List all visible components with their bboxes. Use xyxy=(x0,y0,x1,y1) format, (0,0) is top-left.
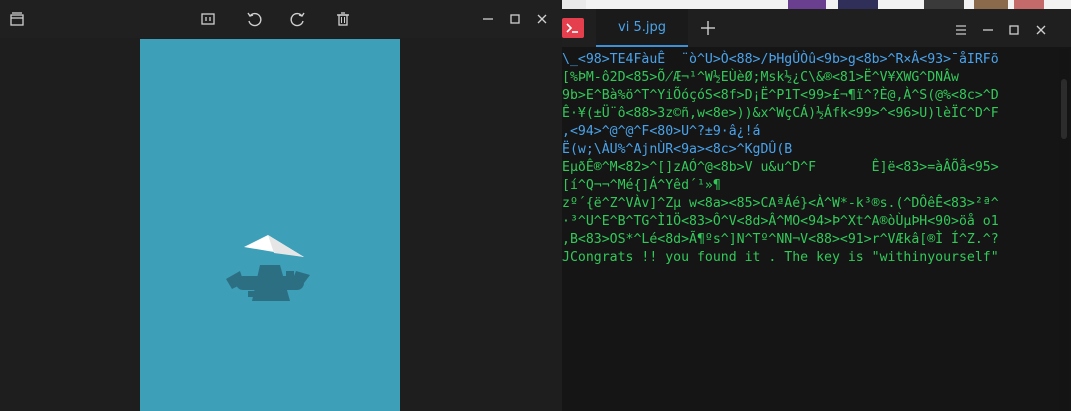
terminal-line: 9b>E^Bà%ö^T^YiÕóçóS<8f>D¡Ë^P1T<99>£¬¶ï^?… xyxy=(562,88,999,103)
desktop-thumbnail xyxy=(562,0,586,9)
paper-plane xyxy=(244,235,304,257)
gallery-icon[interactable] xyxy=(7,9,27,29)
plane-shadow xyxy=(226,265,310,301)
terminal-line: [%ÞM-ô2D<85>Õ̸Æ¬¹^W½EÙèØ;Msk½¿C\&®<81>Ë^… xyxy=(562,70,959,85)
tab-title: vi 5.jpg xyxy=(618,20,666,35)
terminal-line: Ê·¥(±Ü¨ô<88>3z©ñ,w<8e>))&x^WçCÁ)½Áfk<99>… xyxy=(562,106,999,121)
plus-icon[interactable] xyxy=(698,18,718,38)
terminal-line: ,<94>^@^@^F<80>U^?±9·â¿!á xyxy=(562,124,761,139)
minimize-icon[interactable] xyxy=(981,22,995,36)
image-viewer-toolbar xyxy=(0,0,562,38)
tab-vi-5-jpg[interactable]: vi 5.jpg xyxy=(596,9,688,47)
close-icon[interactable] xyxy=(532,9,552,29)
desktop-thumbnail xyxy=(788,0,826,9)
terminal-flag-line: JCongrats !! you found it . The key is "… xyxy=(562,250,999,265)
terminal-line: zº´{ë^Z^VÀv]^Zµ w<8a><85>CAªÁé}<À^W*-k³®… xyxy=(562,196,999,211)
close-icon[interactable] xyxy=(1034,22,1048,36)
terminal-line: Ë(w;\ÀU%^AjnÙR<9a><8c>^KgDÛ(B xyxy=(562,142,793,157)
desktop-background-strip xyxy=(562,0,1071,9)
terminal-window: vi 5.jpg \_<98>TE4FàuÊ ¨ò^U>Ò<88>/ÞHgÛÒû… xyxy=(562,9,1071,411)
terminal-line: \_<98>TE4FàuÊ ¨ò^U>Ò<88>/ÞHgÛÒû<9b>g<8b>… xyxy=(562,52,999,67)
image-viewer-window xyxy=(0,0,562,411)
desktop-thumbnail xyxy=(924,0,964,9)
desktop-thumbnail xyxy=(974,0,1008,9)
rotate-right-icon[interactable] xyxy=(288,9,308,29)
desktop-thumbnail xyxy=(1014,0,1044,9)
displayed-image xyxy=(140,39,400,411)
minimize-icon[interactable] xyxy=(478,9,498,29)
maximize-icon[interactable] xyxy=(505,9,525,29)
maximize-icon[interactable] xyxy=(1007,22,1021,36)
rotate-left-icon[interactable] xyxy=(244,9,264,29)
terminal-line: EµðÊ®^M<82>^[]zAÓ^@<8b>V u&u^D^F Ê]ë<83>… xyxy=(562,160,999,175)
terminal-line: ,B<83>OS*^Lé<8d>Ã¶ºs^]N^Tº^NN¬V<88><91>r… xyxy=(562,232,999,247)
delete-icon[interactable] xyxy=(333,9,353,29)
desktop-thumbnail xyxy=(838,0,878,9)
hamburger-icon[interactable] xyxy=(954,22,968,36)
terminal-tabbar: vi 5.jpg xyxy=(562,9,1071,47)
terminal-scrollbar[interactable] xyxy=(1059,49,1069,411)
terminal-output[interactable]: \_<98>TE4FàuÊ ¨ò^U>Ò<88>/ÞHgÛÒû<9b>g<8b>… xyxy=(562,49,1058,411)
crop-icon[interactable] xyxy=(198,9,218,29)
scrollbar-thumb[interactable] xyxy=(1061,79,1067,139)
terminal-line: ·³^U^E^B^TG^Ì1Ö<83>Ô^V<8d>Â^MO<94>Þ^Xt^A… xyxy=(562,214,999,229)
terminal-app-icon xyxy=(562,18,584,38)
terminal-line: [í^Q¬¬^Mé{]Á^Yêd´¹»¶ xyxy=(562,178,721,193)
